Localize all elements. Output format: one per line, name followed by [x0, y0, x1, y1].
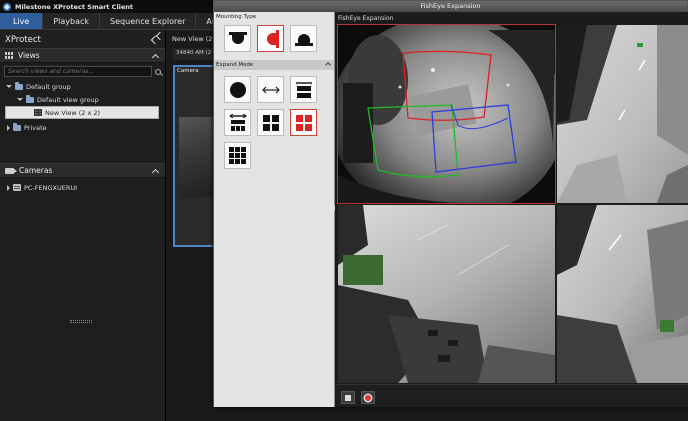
- mounting-type-row: [214, 22, 334, 55]
- panel-splitter[interactable]: [70, 320, 92, 323]
- tree-default-group[interactable]: Default group: [0, 80, 165, 93]
- fisheye-source-tile[interactable]: [337, 24, 556, 204]
- expand-mode-label: Expand Mode: [216, 62, 254, 68]
- chevron-up-icon[interactable]: [325, 62, 331, 68]
- record-icon: [365, 394, 371, 401]
- search-icon[interactable]: [155, 68, 161, 75]
- pane-collapse-handle-icon[interactable]: [332, 205, 335, 211]
- app-logo-icon: [3, 2, 11, 11]
- tree-view-new-view[interactable]: New View (2 x 2): [5, 106, 159, 119]
- floor-mount-icon: [294, 32, 313, 46]
- tree-server[interactable]: PC-FENGXUERUI: [0, 181, 165, 194]
- dewarped-view-tile-4[interactable]: [557, 205, 688, 383]
- nine-view-button[interactable]: [224, 142, 251, 169]
- stop-button[interactable]: [341, 391, 355, 404]
- panorama-button[interactable]: [257, 76, 284, 103]
- original-fisheye-button[interactable]: [224, 76, 251, 103]
- tab-playback[interactable]: Playback: [43, 13, 101, 29]
- expansion-area: FishEye Expansion: [335, 12, 688, 407]
- expand-triangle-icon[interactable]: [17, 98, 23, 101]
- ceiling-mount-button[interactable]: [224, 25, 251, 52]
- views-icon: [5, 52, 13, 59]
- mounting-type-label: Mounting Type: [216, 14, 257, 20]
- panel-title: XProtect: [0, 31, 165, 48]
- floor-mount-button[interactable]: [290, 25, 317, 52]
- wall-mount-icon: [263, 29, 279, 48]
- expand-mode-row-2: [214, 106, 334, 139]
- folder-icon: [26, 94, 34, 103]
- nine-view-icon: [229, 147, 246, 164]
- camera-feed: [179, 117, 213, 197]
- tree-label: Default view group: [37, 95, 99, 104]
- expansion-toolbar: [335, 384, 688, 407]
- quad-view-button[interactable]: [257, 109, 284, 136]
- double-panorama-icon: [295, 81, 312, 98]
- app-title: Milestone XProtect Smart Client: [15, 2, 134, 11]
- folder-icon: [15, 81, 23, 90]
- view-layout-icon: [34, 109, 42, 116]
- quad-view-icon: [262, 114, 279, 131]
- left-panel: XProtect Views Default group Default vie…: [0, 31, 166, 421]
- search-input[interactable]: [4, 66, 152, 77]
- tree-label: New View (2 x 2): [45, 108, 101, 117]
- chevron-up-icon[interactable]: [151, 53, 160, 61]
- views-header-label: Views: [18, 51, 40, 60]
- wall-mount-button[interactable]: [257, 25, 284, 52]
- stop-icon: [345, 394, 351, 401]
- fisheye-dialog: FishEye Expansion Mounting Type Expand M…: [213, 0, 688, 407]
- folder-icon: [13, 122, 21, 131]
- view-toolbar-text: 34840 AM (2: [176, 50, 212, 56]
- fisheye-source-image: [338, 25, 555, 203]
- expand-mode-row-1: [214, 70, 334, 106]
- server-icon: [13, 184, 21, 191]
- expansion-label: FishEye Expansion: [338, 15, 394, 22]
- camera-icon: [5, 167, 17, 174]
- search-row: [0, 63, 165, 80]
- dialog-title: FishEye Expansion: [214, 1, 687, 12]
- dewarped-view-tile-3[interactable]: [338, 205, 555, 383]
- quad-view-active-icon: [295, 114, 312, 131]
- view-toolbar: 34840 AM (2: [173, 48, 215, 60]
- dewarped-view-tile-2[interactable]: [557, 25, 688, 203]
- panorama-icon: [261, 86, 280, 93]
- record-button[interactable]: [361, 391, 375, 404]
- tab-live[interactable]: Live: [0, 13, 44, 29]
- chevron-up-icon[interactable]: [151, 168, 160, 176]
- options-panel: Mounting Type Expand Mode: [214, 12, 335, 407]
- tree-default-view-group[interactable]: Default view group: [0, 93, 165, 106]
- panorama-plus-button[interactable]: [224, 109, 251, 136]
- original-fisheye-icon: [229, 81, 246, 98]
- cameras-header-label: Cameras: [19, 166, 53, 175]
- dewarped-view-image-2: [557, 25, 688, 203]
- double-panorama-button[interactable]: [290, 76, 317, 103]
- expansion-grid: [337, 24, 688, 383]
- tree-label: Default group: [26, 82, 71, 91]
- tree-private[interactable]: Private: [0, 121, 165, 134]
- expand-mode-header[interactable]: Expand Mode: [214, 60, 334, 70]
- collapsed-triangle-icon[interactable]: [7, 124, 10, 131]
- tree-label: PC-FENGXUERUI: [24, 183, 78, 192]
- view-tab-label[interactable]: New View (2: [172, 35, 212, 43]
- dewarped-view-image-3: [338, 205, 555, 383]
- panorama-plus-icon: [228, 113, 247, 131]
- cameras-section-header[interactable]: Cameras: [0, 163, 165, 178]
- camera-tile-label: Camera: [177, 68, 199, 74]
- views-section-header[interactable]: Views: [0, 48, 165, 63]
- tree-label: Private: [24, 123, 47, 132]
- expand-triangle-icon[interactable]: [6, 85, 12, 88]
- tab-sequence-explorer[interactable]: Sequence Explorer: [100, 13, 197, 29]
- camera-tile[interactable]: Camera: [173, 65, 215, 247]
- dewarped-view-image-4: [557, 205, 688, 383]
- expand-mode-row-3: [214, 139, 334, 172]
- panel-title-text: XProtect: [5, 34, 41, 45]
- quad-view-active-button[interactable]: [290, 109, 317, 136]
- ceiling-mount-icon: [228, 31, 247, 46]
- collapsed-triangle-icon[interactable]: [7, 184, 10, 191]
